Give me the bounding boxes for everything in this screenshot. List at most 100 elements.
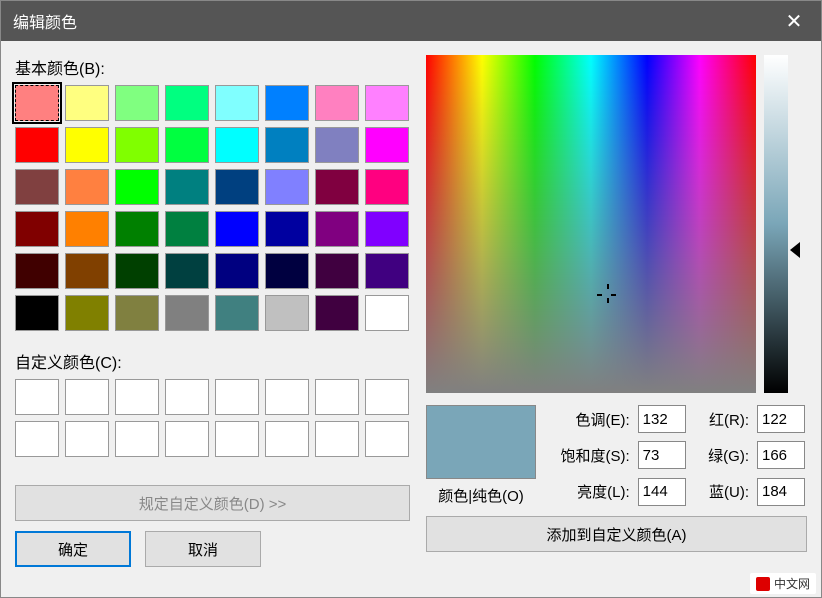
right-panel: 颜色|纯色(O) 色调(E): 红(R): 饱和度(S): 绿(G): 亮度(L… <box>426 55 807 583</box>
custom-color-swatch[interactable] <box>15 421 59 457</box>
green-input[interactable] <box>757 441 805 469</box>
add-custom-button[interactable]: 添加到自定义颜色(A) <box>426 516 807 552</box>
basic-color-swatch[interactable] <box>115 169 159 205</box>
ok-button[interactable]: 确定 <box>15 531 131 567</box>
define-custom-button[interactable]: 规定自定义颜色(D) >> <box>15 485 410 521</box>
blue-input[interactable] <box>757 478 805 506</box>
basic-color-swatch[interactable] <box>115 211 159 247</box>
basic-color-swatch[interactable] <box>365 85 409 121</box>
basic-color-swatch[interactable] <box>115 85 159 121</box>
hue-input[interactable] <box>638 405 686 433</box>
custom-color-swatch[interactable] <box>15 379 59 415</box>
basic-color-swatch[interactable] <box>115 127 159 163</box>
basic-color-swatch[interactable] <box>15 211 59 247</box>
basic-color-swatch[interactable] <box>315 211 359 247</box>
basic-color-swatch[interactable] <box>165 211 209 247</box>
custom-color-swatch[interactable] <box>215 379 259 415</box>
basic-color-swatch[interactable] <box>315 85 359 121</box>
basic-color-swatch[interactable] <box>315 295 359 331</box>
basic-color-swatch[interactable] <box>15 127 59 163</box>
lum-input[interactable] <box>638 478 686 506</box>
basic-color-swatch[interactable] <box>215 253 259 289</box>
custom-color-swatch[interactable] <box>365 421 409 457</box>
color-preview <box>426 405 536 479</box>
custom-color-swatch[interactable] <box>265 379 309 415</box>
picker-area <box>426 55 807 393</box>
basic-color-swatch[interactable] <box>315 253 359 289</box>
basic-color-swatch[interactable] <box>65 169 109 205</box>
basic-color-swatch[interactable] <box>115 295 159 331</box>
basic-color-swatch[interactable] <box>15 85 59 121</box>
custom-color-swatch[interactable] <box>115 421 159 457</box>
basic-color-swatch[interactable] <box>365 253 409 289</box>
blue-label: 蓝(U): <box>696 481 749 502</box>
sat-label: 饱和度(S): <box>548 445 630 466</box>
basic-color-swatch[interactable] <box>115 253 159 289</box>
basic-color-swatch[interactable] <box>315 127 359 163</box>
dialog-buttons: 确定 取消 <box>15 531 410 567</box>
basic-color-swatch[interactable] <box>15 295 59 331</box>
arrow-left-icon[interactable] <box>790 242 800 258</box>
custom-color-swatch[interactable] <box>65 421 109 457</box>
close-icon[interactable]: ✕ <box>779 9 809 34</box>
basic-color-swatch[interactable] <box>165 127 209 163</box>
basic-color-swatch[interactable] <box>265 127 309 163</box>
color-dialog: 编辑颜色 ✕ 基本颜色(B): 自定义颜色(C): 规定自定义颜色(D) >> … <box>0 0 822 598</box>
lightness-column <box>764 55 800 393</box>
basic-color-swatch[interactable] <box>365 295 409 331</box>
custom-color-swatch[interactable] <box>315 379 359 415</box>
basic-color-swatch[interactable] <box>215 169 259 205</box>
basic-color-swatch[interactable] <box>15 253 59 289</box>
custom-color-swatch[interactable] <box>165 421 209 457</box>
sat-input[interactable] <box>638 441 686 469</box>
watermark: 中文网 <box>750 573 816 594</box>
basic-color-swatch[interactable] <box>265 169 309 205</box>
basic-color-swatch[interactable] <box>65 127 109 163</box>
basic-color-swatch[interactable] <box>165 85 209 121</box>
custom-color-swatch[interactable] <box>315 421 359 457</box>
crosshair-icon <box>600 287 616 303</box>
basic-color-swatch[interactable] <box>315 169 359 205</box>
custom-color-swatch[interactable] <box>215 421 259 457</box>
basic-color-swatch[interactable] <box>365 127 409 163</box>
lightness-slider[interactable] <box>764 55 788 393</box>
custom-color-swatch[interactable] <box>115 379 159 415</box>
dialog-content: 基本颜色(B): 自定义颜色(C): 规定自定义颜色(D) >> 确定 取消 <box>1 41 821 597</box>
basic-color-swatch[interactable] <box>65 295 109 331</box>
custom-colors-grid <box>15 379 410 457</box>
basic-color-swatch[interactable] <box>215 85 259 121</box>
basic-color-swatch[interactable] <box>15 169 59 205</box>
custom-color-swatch[interactable] <box>165 379 209 415</box>
lum-label: 亮度(L): <box>548 481 630 502</box>
basic-colors-grid <box>15 85 410 331</box>
basic-color-swatch[interactable] <box>265 211 309 247</box>
basic-color-swatch[interactable] <box>265 85 309 121</box>
color-solid-label: 颜色|纯色(O) <box>426 485 536 506</box>
cancel-button[interactable]: 取消 <box>145 531 261 567</box>
basic-color-swatch[interactable] <box>165 253 209 289</box>
color-values: 色调(E): 红(R): 饱和度(S): 绿(G): 亮度(L): 蓝(U): <box>548 405 807 506</box>
basic-color-swatch[interactable] <box>65 253 109 289</box>
basic-color-swatch[interactable] <box>165 295 209 331</box>
titlebar: 编辑颜色 ✕ <box>1 1 821 41</box>
hue-saturation-picker[interactable] <box>426 55 756 393</box>
custom-color-swatch[interactable] <box>265 421 309 457</box>
php-logo-icon <box>756 577 770 591</box>
basic-color-swatch[interactable] <box>265 295 309 331</box>
basic-color-swatch[interactable] <box>215 127 259 163</box>
basic-color-swatch[interactable] <box>365 169 409 205</box>
hue-label: 色调(E): <box>548 409 630 430</box>
color-info: 颜色|纯色(O) 色调(E): 红(R): 饱和度(S): 绿(G): 亮度(L… <box>426 405 807 506</box>
basic-color-swatch[interactable] <box>65 211 109 247</box>
basic-colors-label: 基本颜色(B): <box>15 55 410 79</box>
custom-color-swatch[interactable] <box>65 379 109 415</box>
basic-color-swatch[interactable] <box>265 253 309 289</box>
preview-column: 颜色|纯色(O) <box>426 405 536 506</box>
basic-color-swatch[interactable] <box>215 211 259 247</box>
basic-color-swatch[interactable] <box>215 295 259 331</box>
basic-color-swatch[interactable] <box>365 211 409 247</box>
basic-color-swatch[interactable] <box>165 169 209 205</box>
basic-color-swatch[interactable] <box>65 85 109 121</box>
red-input[interactable] <box>757 405 805 433</box>
custom-color-swatch[interactable] <box>365 379 409 415</box>
